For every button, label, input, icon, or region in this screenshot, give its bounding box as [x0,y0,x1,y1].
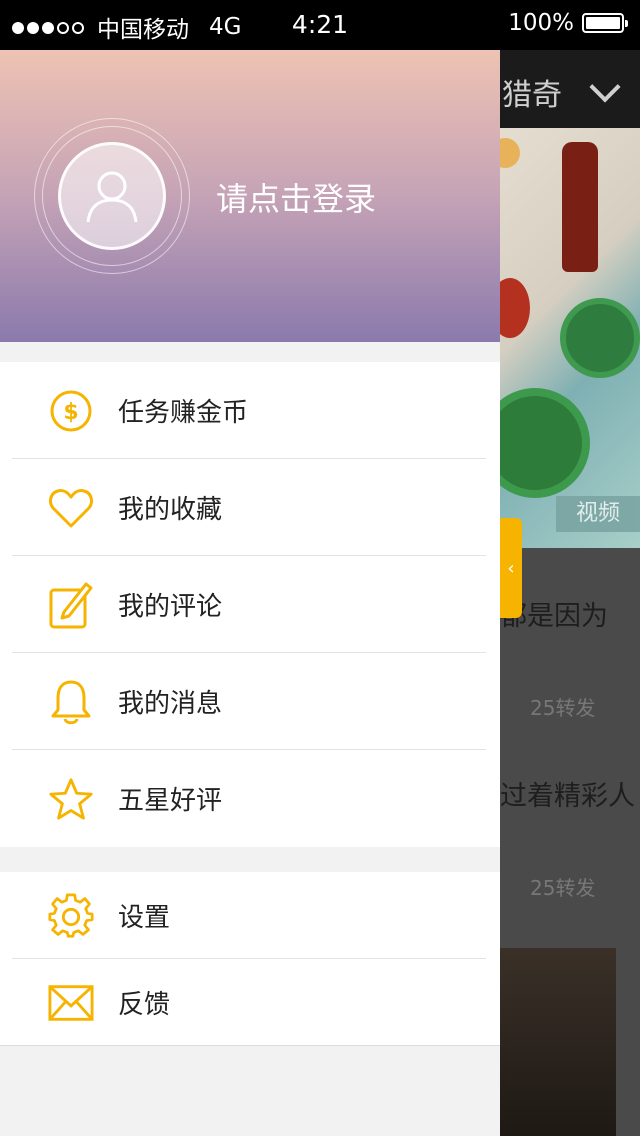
drawer-collapse-handle[interactable]: ‹ [500,518,522,618]
pot-image [500,278,530,338]
menu-item-settings[interactable]: 设置 [0,872,500,959]
battery-percent: 100% [508,10,574,36]
pot-image [500,138,520,168]
side-drawer: 请点击登录 $ 任务赚金币 我的收藏 我的评论 我的消息 五星好评 设置 反馈 [0,50,500,1136]
menu-item-comments[interactable]: 我的评论 [0,556,500,653]
bell-icon [48,679,94,725]
chevron-left-icon: ‹ [507,557,515,579]
video-tag: 视频 [556,496,640,532]
edit-icon [48,582,94,629]
menu-item-label: 五星好评 [118,786,223,816]
mail-icon [48,980,94,1026]
pot-image [560,298,640,378]
star-icon [48,776,94,822]
menu-item-label: 设置 [118,903,171,933]
coin-icon: $ [48,388,94,434]
divider [0,1045,500,1046]
pot-image [500,388,590,498]
login-prompt[interactable]: 请点击登录 [216,174,376,220]
battery-icon [582,13,628,33]
menu-item-tasks[interactable]: $ 任务赚金币 [0,362,500,459]
menu-item-feedback[interactable]: 反馈 [0,959,500,1046]
article-meta: 25转发 [530,696,596,720]
menu-item-messages[interactable]: 我的消息 [0,653,500,750]
menu-item-label: 我的消息 [118,689,223,719]
status-bar: 中国移动 4G 4:21 100% [0,0,640,50]
menu-item-label: 任务赚金币 [118,398,249,428]
secondary-menu: 设置 反馈 [0,872,500,1046]
chevron-down-icon[interactable] [589,71,621,103]
svg-text:$: $ [63,400,78,425]
channel-title[interactable]: 猎奇 [502,70,562,114]
primary-menu: $ 任务赚金币 我的收藏 我的评论 我的消息 五星好评 [0,362,500,847]
menu-item-label: 我的评论 [118,592,223,622]
user-icon [86,171,138,223]
menu-item-favorites[interactable]: 我的收藏 [0,459,500,556]
menu-item-label: 反馈 [118,990,171,1020]
menu-item-label: 我的收藏 [118,495,223,525]
menu-item-rate[interactable]: 五星好评 [0,750,500,847]
avatar[interactable] [58,142,166,250]
article-title[interactable]: 过着精彩人 [500,774,635,813]
article-thumbnail[interactable] [500,948,616,1136]
profile-header[interactable]: 请点击登录 [0,50,500,342]
article-meta: 25转发 [530,876,596,900]
pepper-grinder-image [562,142,598,272]
feed-thumbnail[interactable] [500,128,640,548]
gear-icon [48,893,94,939]
status-right: 100% [508,10,628,36]
heart-icon [48,485,94,531]
